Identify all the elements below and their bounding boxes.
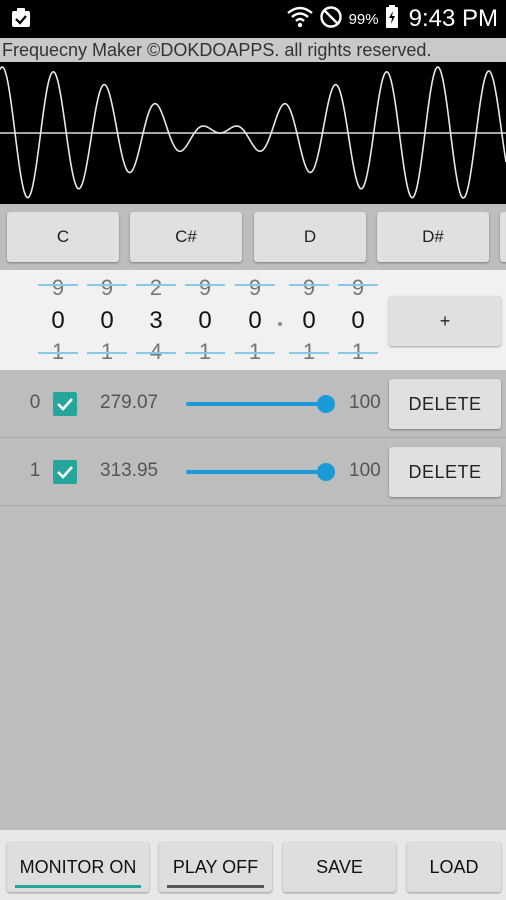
note-button-next[interactable] [500,212,506,262]
volume-slider-track[interactable] [186,470,326,474]
digit-divider [87,352,127,354]
digit-cur: 0 [351,307,365,334]
do-not-disturb-icon [319,5,343,34]
clipboard-check-icon [10,8,32,28]
digit-prev: 9 [100,275,114,300]
play-indicator [167,885,264,888]
add-tone-button[interactable]: + [389,296,501,346]
digit-divider [235,352,275,354]
tone-volume: 100 [349,392,381,413]
bottom-action-bar: MONITOR ON PLAY OFF SAVE LOAD [0,830,506,900]
digit-divider [38,352,78,354]
digit-cur: 0 [248,307,262,334]
app-header: Frequecny Maker ©DOKDOAPPS. all rights r… [0,38,506,62]
digit-wheel[interactable]: 901 [338,270,378,370]
load-label: LOAD [429,856,479,877]
check-icon [57,466,73,479]
volume-slider-thumb[interactable] [317,463,335,481]
digit-divider [338,284,378,286]
digit-divider [235,284,275,286]
note-button-d-sharp[interactable]: D# [377,212,489,262]
digit-prev: 9 [198,275,212,300]
tone-row: 1 313.95 100 DELETE [0,438,506,506]
digit-cur: 0 [198,307,212,334]
save-button[interactable]: SAVE [283,842,396,892]
wifi-icon [286,6,313,33]
tone-frequency: 279.07 [100,392,159,413]
decimal-point [278,322,282,326]
save-label: SAVE [316,856,363,877]
volume-slider-thumb[interactable] [317,395,335,413]
digit-cur: 0 [302,307,316,334]
tone-volume: 100 [349,460,381,481]
digit-wheel[interactable]: 901 [235,270,275,370]
tone-frequency: 313.95 [100,460,159,481]
monitor-label: MONITOR ON [19,856,137,877]
note-buttons-row: C C# D D# [0,204,506,270]
note-button-d[interactable]: D [254,212,366,262]
digit-wheel[interactable]: 901 [289,270,329,370]
digit-prev: 9 [248,275,262,300]
tone-enabled-checkbox[interactable] [53,392,77,416]
digit-prev: 9 [302,275,316,300]
tone-enabled-checkbox[interactable] [53,460,77,484]
digit-divider [87,284,127,286]
delete-button[interactable]: DELETE [389,447,501,497]
volume-slider-track[interactable] [186,402,326,406]
digit-divider [136,352,176,354]
digit-wheel[interactable]: 901 [38,270,78,370]
digit-divider [289,284,329,286]
note-button-c[interactable]: C [7,212,119,262]
monitor-toggle-button[interactable]: MONITOR ON [7,842,149,892]
digit-cur: 0 [51,307,65,334]
tone-index: 1 [29,460,41,481]
play-toggle-button[interactable]: PLAY OFF [159,842,272,892]
battery-charging-icon [385,4,399,34]
monitor-indicator [15,885,141,888]
digit-divider [38,284,78,286]
delete-button[interactable]: DELETE [389,379,501,429]
tone-index: 0 [29,392,41,413]
tone-row: 0 279.07 100 DELETE [0,370,506,438]
digit-prev: 9 [351,275,365,300]
check-icon [57,398,73,411]
battery-percent: 99% [348,10,379,28]
play-label: PLAY OFF [172,856,259,877]
digit-divider [185,284,225,286]
digit-cur: 0 [100,307,114,334]
note-button-c-sharp[interactable]: C# [130,212,242,262]
digit-prev: 2 [149,275,163,300]
digit-divider [185,352,225,354]
digit-prev: 9 [51,275,65,300]
load-button[interactable]: LOAD [407,842,501,892]
waveform-display [0,62,506,204]
digit-wheel[interactable]: 234 [136,270,176,370]
digit-cur: 3 [149,307,163,334]
status-bar: 99% 9:43 PM [0,0,506,38]
clock: 9:43 PM [408,5,498,32]
digit-wheel[interactable]: 901 [185,270,225,370]
digit-divider [136,284,176,286]
digit-divider [338,352,378,354]
digit-wheel[interactable]: 901 [87,270,127,370]
digit-divider [289,352,329,354]
